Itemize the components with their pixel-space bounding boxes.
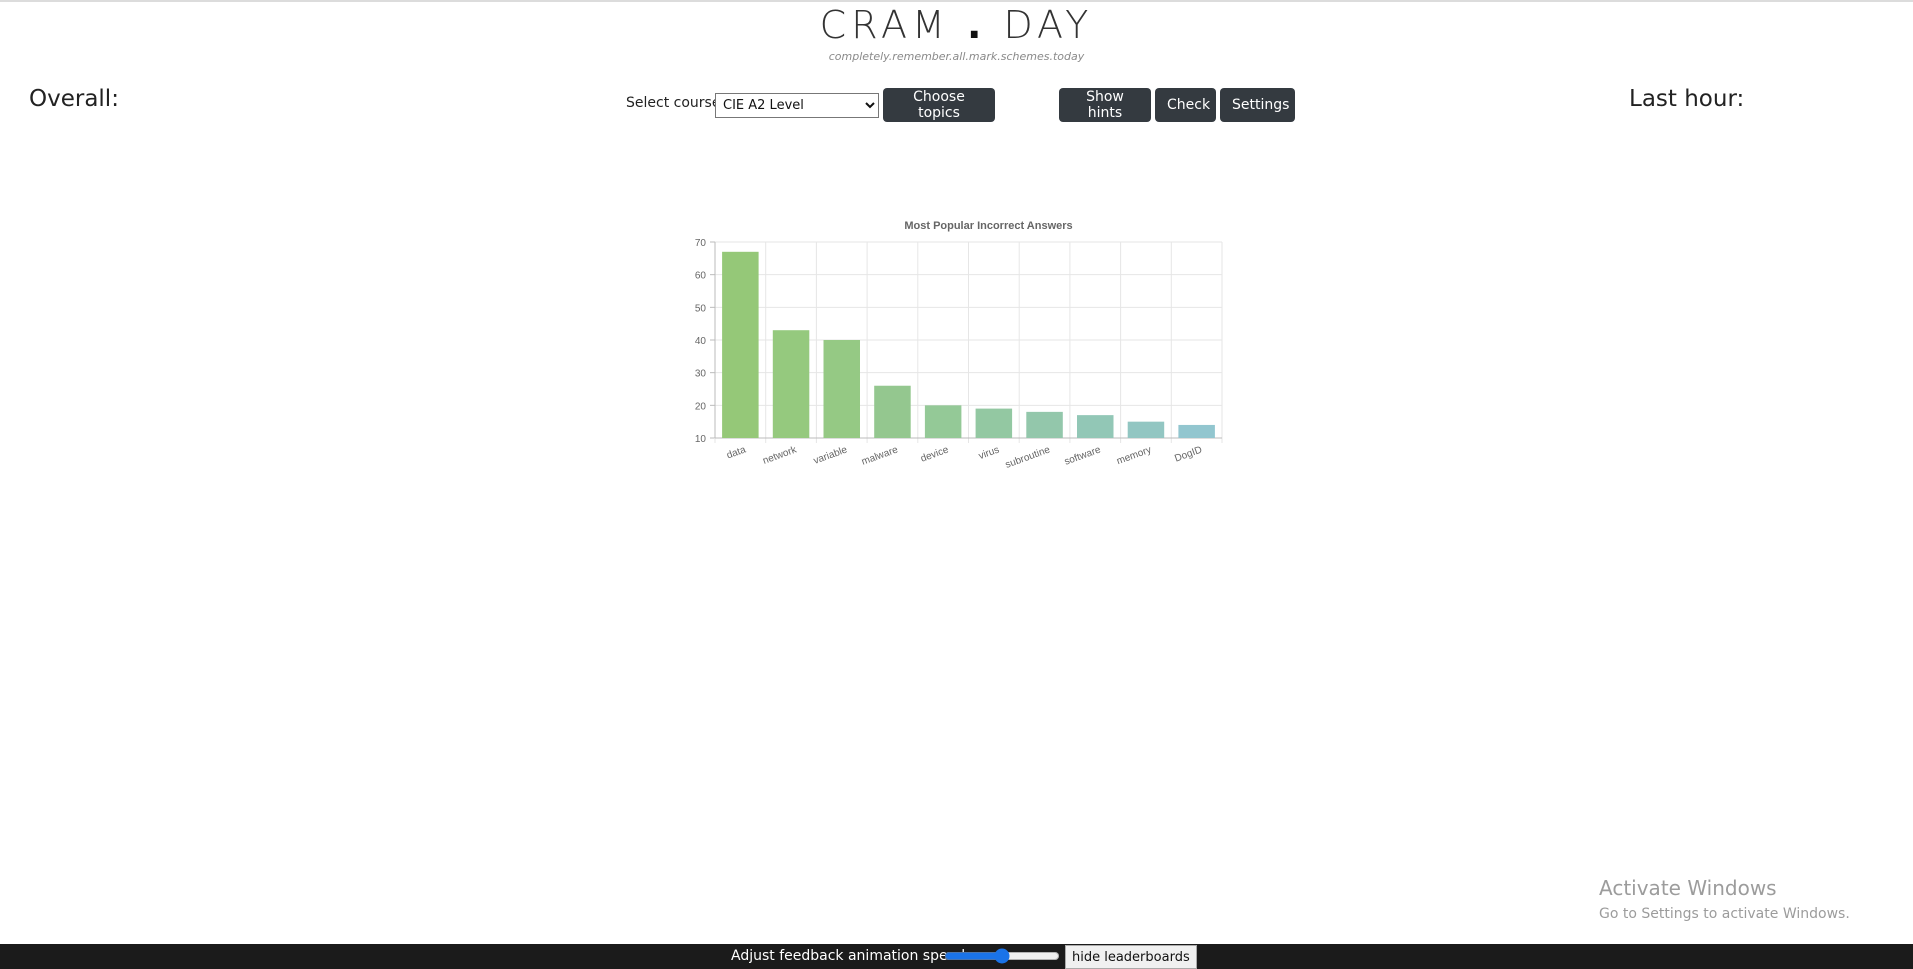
animation-speed-label: Adjust feedback animation speed:: [731, 948, 970, 964]
x-tick-label: virus: [977, 444, 1001, 462]
watermark-title: Activate Windows: [1599, 876, 1777, 900]
hide-leaderboards-button[interactable]: hide leaderboards: [1065, 945, 1197, 969]
x-tick-label: malware: [860, 444, 900, 467]
bar-subroutine: [1026, 411, 1063, 438]
windows-activation-watermark: Activate Windows Go to Settings to activ…: [1599, 876, 1850, 922]
site-logo[interactable]: CRAM . DAY: [0, 2, 1913, 48]
bar-memory: [1127, 421, 1165, 438]
y-tick-label: 50: [695, 303, 707, 314]
x-tick-label: variable: [812, 444, 849, 466]
check-button[interactable]: Check: [1155, 88, 1216, 122]
bar-device: [924, 405, 962, 438]
tagline: completely.remember.all.mark.schemes.tod…: [828, 50, 1085, 63]
course-select-label: Select course:: [626, 95, 726, 111]
settings-button[interactable]: Settings: [1220, 88, 1295, 122]
chart-title: Most Popular Incorrect Answers: [904, 220, 1072, 232]
incorrect-answers-chart: Most Popular Incorrect Answers 10 20 30 40 50…: [670, 210, 1230, 480]
bar-virus: [975, 408, 1013, 438]
y-tick-label: 30: [695, 369, 707, 380]
y-tick-label: 40: [695, 336, 707, 347]
x-tick-label: data: [725, 444, 747, 461]
y-tick-label: 60: [695, 271, 707, 282]
show-hints-button[interactable]: Show hints: [1059, 88, 1151, 122]
y-tick-label: 20: [695, 401, 707, 412]
y-tick-label: 70: [695, 238, 707, 249]
bar-malware: [874, 385, 911, 438]
x-tick-label: memory: [1115, 444, 1153, 467]
watermark-subtitle: Go to Settings to activate Windows.: [1599, 906, 1850, 922]
logo-dot: .: [966, 3, 987, 47]
x-tick-label: network: [761, 444, 799, 467]
x-tick-label: software: [1063, 444, 1103, 467]
bar-chart-svg: Most Popular Incorrect Answers 10 20 30 40 50…: [695, 220, 1223, 471]
bar-data: [722, 251, 759, 438]
logo-right: DAY: [1003, 3, 1094, 47]
bar-software: [1076, 415, 1114, 438]
last-hour-label: Last hour:: [1629, 86, 1745, 112]
x-tick-label: subroutine: [1004, 444, 1052, 470]
course-select[interactable]: CIE A2 Level: [715, 93, 879, 118]
logo-left: CRAM: [819, 3, 950, 47]
x-tick-label: DogID: [1173, 444, 1203, 464]
overall-label: Overall:: [29, 86, 119, 112]
bar-dogid: [1178, 424, 1215, 438]
choose-topics-button[interactable]: Choose topics: [883, 88, 995, 122]
footer-bar: Adjust feedback animation speed: hide le…: [0, 944, 1913, 969]
animation-speed-slider[interactable]: [944, 949, 1060, 963]
bar-variable: [823, 340, 861, 438]
bar-network: [772, 330, 810, 438]
y-tick-label: 10: [695, 434, 707, 445]
x-tick-label: device: [919, 444, 950, 464]
